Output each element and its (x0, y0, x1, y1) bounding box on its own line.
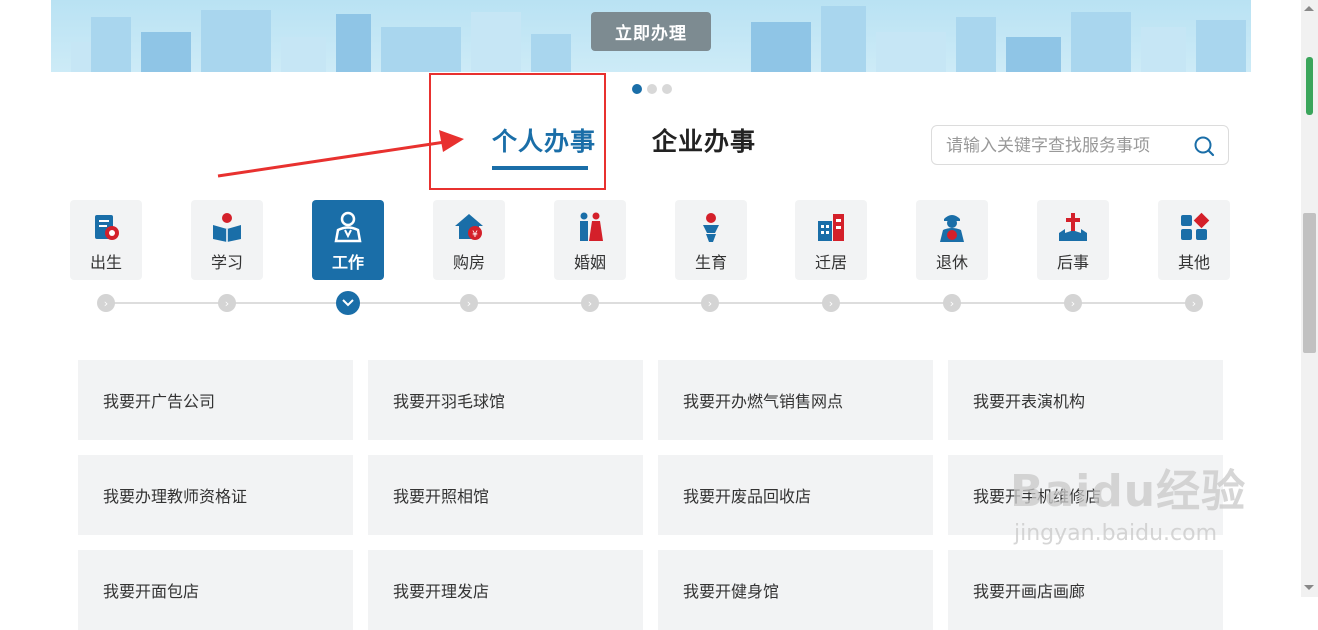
category-label: 婚姻 (573, 253, 606, 272)
service-card[interactable]: 我要开照相馆 (368, 455, 643, 535)
service-card[interactable]: 我要开表演机构 (948, 360, 1223, 440)
study-icon (213, 213, 241, 242)
timeline-node-chevron-icon[interactable]: › (218, 294, 236, 312)
service-card[interactable]: 我要开画店画廊 (948, 550, 1223, 630)
timeline-node-chevron-icon[interactable]: › (97, 294, 115, 312)
category-label: 后事 (1056, 253, 1089, 272)
scroll-up-icon[interactable] (1304, 6, 1314, 11)
scroll-indicator (1306, 57, 1313, 115)
retirement-icon (940, 215, 964, 242)
house-purchase-icon: ¥ (455, 214, 483, 240)
category-work[interactable]: 工作 (312, 200, 384, 280)
service-card[interactable]: 我要办理教师资格证 (78, 455, 353, 535)
category-study[interactable]: 学习 (191, 200, 263, 280)
watermark-brand: Baidu经验 (1010, 466, 1247, 517)
watermark-url: jingyan.baidu.com (1014, 521, 1218, 546)
birth-certificate-icon (95, 215, 119, 240)
category-label: 工作 (331, 253, 364, 272)
service-card[interactable]: 我要开健身馆 (658, 550, 933, 630)
category-funeral[interactable]: 后事 (1037, 200, 1109, 280)
svg-text:¥: ¥ (472, 230, 478, 240)
category-house-purchase[interactable]: ¥ 购房 (433, 200, 505, 280)
category-other[interactable]: 其他 (1158, 200, 1230, 280)
relocation-icon (818, 214, 844, 241)
category-marriage[interactable]: 婚姻 (554, 200, 626, 280)
service-card[interactable]: 我要开办燃气销售网点 (658, 360, 933, 440)
timeline-node-chevron-icon[interactable]: › (581, 294, 599, 312)
timeline-node-chevron-icon[interactable]: › (822, 294, 840, 312)
carousel-dots (632, 84, 672, 94)
service-search-box[interactable] (931, 125, 1229, 165)
vertical-scrollbar[interactable] (1301, 0, 1318, 597)
category-birth[interactable]: 出生 (70, 200, 142, 280)
childbirth-icon (703, 213, 719, 242)
marriage-icon (580, 212, 603, 241)
category-label: 出生 (89, 253, 122, 272)
work-icon (334, 211, 362, 243)
annotation-highlight-box (429, 73, 606, 190)
carousel-dot[interactable] (632, 84, 642, 94)
service-card[interactable]: 我要开废品回收店 (658, 455, 933, 535)
category-relocation[interactable]: 迁居 (795, 200, 867, 280)
funeral-icon (1059, 213, 1087, 241)
timeline-node-chevron-icon[interactable]: › (1064, 294, 1082, 312)
timeline-node-active-chevron-down-icon[interactable] (336, 291, 360, 315)
baidu-jingyan-watermark: Baidu经验 jingyan.baidu.com (1010, 455, 1246, 546)
scroll-down-icon[interactable] (1304, 585, 1314, 590)
banner: 立即办理 (51, 0, 1251, 72)
search-icon[interactable] (1193, 135, 1215, 157)
category-label: 生育 (694, 253, 727, 272)
category-label: 退休 (935, 253, 968, 272)
category-retirement[interactable]: 退休 (916, 200, 988, 280)
category-timeline (106, 302, 1196, 304)
service-card[interactable]: 我要开理发店 (368, 550, 643, 630)
service-card[interactable]: 我要开羽毛球馆 (368, 360, 643, 440)
category-label: 购房 (452, 253, 485, 272)
apply-now-button[interactable]: 立即办理 (591, 12, 711, 51)
timeline-node-chevron-icon[interactable]: › (701, 294, 719, 312)
carousel-dot[interactable] (662, 84, 672, 94)
scroll-thumb[interactable] (1303, 213, 1316, 353)
category-label: 其他 (1177, 253, 1210, 272)
carousel-dot[interactable] (647, 84, 657, 94)
timeline-node-chevron-icon[interactable]: › (943, 294, 961, 312)
category-label: 学习 (210, 253, 243, 272)
timeline-node-chevron-icon[interactable]: › (1185, 294, 1203, 312)
other-icon (1181, 212, 1210, 240)
service-card[interactable]: 我要开广告公司 (78, 360, 353, 440)
timeline-node-chevron-icon[interactable]: › (460, 294, 478, 312)
category-childbirth[interactable]: 生育 (675, 200, 747, 280)
search-input[interactable] (944, 134, 1183, 158)
service-card[interactable]: 我要开面包店 (78, 550, 353, 630)
tab-enterprise-affairs[interactable]: 企业办事 (652, 122, 756, 158)
category-label: 迁居 (814, 253, 847, 272)
